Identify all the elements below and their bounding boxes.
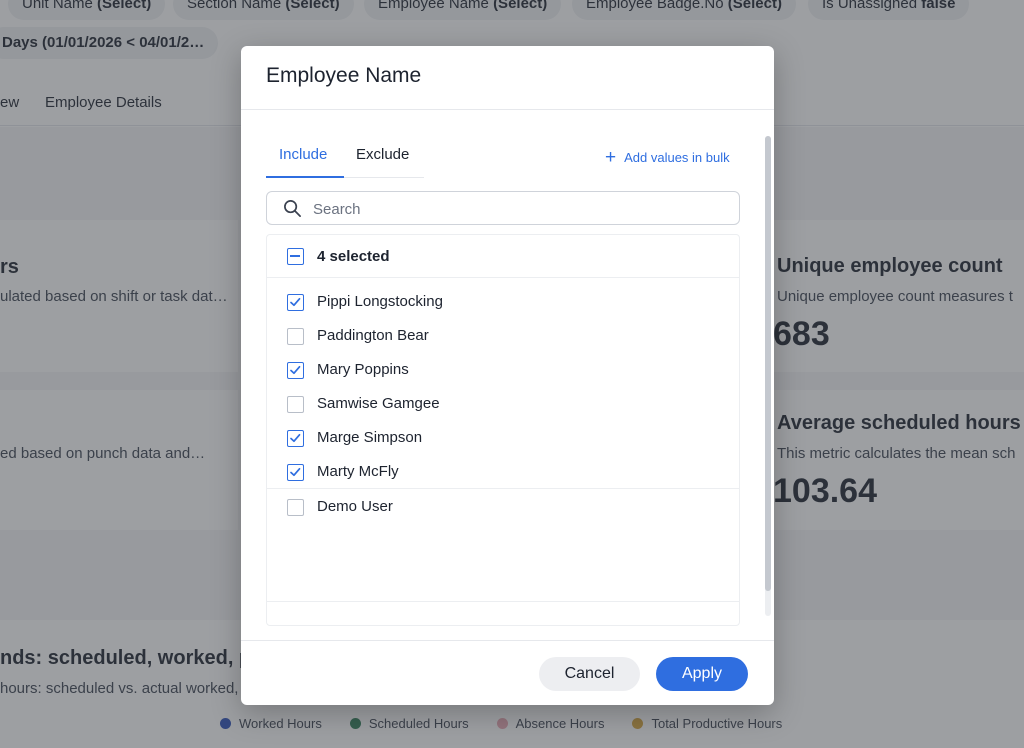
select-all-checkbox[interactable] — [287, 248, 304, 265]
dialog-footer: Cancel Apply — [241, 640, 774, 705]
tab-include[interactable]: Include — [279, 146, 327, 163]
tab-exclude[interactable]: Exclude — [356, 146, 409, 163]
employee-option-checkbox[interactable] — [287, 396, 304, 413]
employee-option-row[interactable]: Demo User — [267, 496, 739, 520]
search-field[interactable] — [266, 191, 740, 225]
apply-button[interactable]: Apply — [656, 657, 748, 691]
checkmark-icon — [290, 433, 301, 443]
list-divider — [267, 601, 739, 602]
cancel-button[interactable]: Cancel — [539, 657, 640, 691]
employee-option-label: Samwise Gamgee — [317, 395, 440, 412]
employee-option-checkbox[interactable] — [287, 430, 304, 447]
employee-option-row[interactable]: Pippi Longstocking — [267, 291, 739, 315]
scrollbar-thumb[interactable] — [765, 136, 771, 591]
add-values-in-bulk-label: Add values in bulk — [624, 150, 730, 165]
employee-name-filter-dialog: Employee Name Include Exclude + Add valu… — [241, 46, 774, 705]
select-all-row[interactable]: 4 selected — [267, 235, 739, 278]
employee-option-checkbox[interactable] — [287, 499, 304, 516]
employee-option-checkbox[interactable] — [287, 328, 304, 345]
employee-option-label: Pippi Longstocking — [317, 293, 443, 310]
checkmark-icon — [290, 467, 301, 477]
plus-icon: + — [605, 146, 617, 168]
employee-options-list: 4 selected Pippi Longstocking Paddington … — [266, 234, 740, 626]
employee-option-row[interactable]: Marty McFly — [267, 461, 739, 485]
employee-option-label: Marty McFly — [317, 463, 399, 480]
employee-option-label: Demo User — [317, 498, 393, 515]
checkmark-icon — [290, 297, 301, 307]
checkmark-icon — [290, 365, 301, 375]
dialog-title: Employee Name — [266, 64, 422, 87]
dialog-header: Employee Name — [241, 46, 774, 110]
search-icon — [284, 200, 301, 217]
employee-option-label: Marge Simpson — [317, 429, 423, 446]
include-exclude-tabs: Include Exclude — [266, 138, 424, 178]
dialog-scrollbar[interactable] — [765, 136, 771, 616]
selected-count-label: 4 selected — [317, 248, 390, 265]
employee-option-label: Mary Poppins — [317, 361, 409, 378]
employee-option-row[interactable]: Paddington Bear — [267, 325, 739, 349]
employee-option-checkbox[interactable] — [287, 464, 304, 481]
employee-option-checkbox[interactable] — [287, 294, 304, 311]
list-divider — [267, 488, 739, 489]
active-tab-indicator — [266, 176, 344, 178]
search-input[interactable] — [313, 198, 713, 220]
employee-option-checkbox[interactable] — [287, 362, 304, 379]
employee-option-label: Paddington Bear — [317, 327, 429, 344]
add-values-in-bulk-button[interactable]: + Add values in bulk — [605, 146, 730, 168]
employee-option-row[interactable]: Marge Simpson — [267, 427, 739, 451]
employee-option-row[interactable]: Samwise Gamgee — [267, 393, 739, 417]
employee-option-row[interactable]: Mary Poppins — [267, 359, 739, 383]
